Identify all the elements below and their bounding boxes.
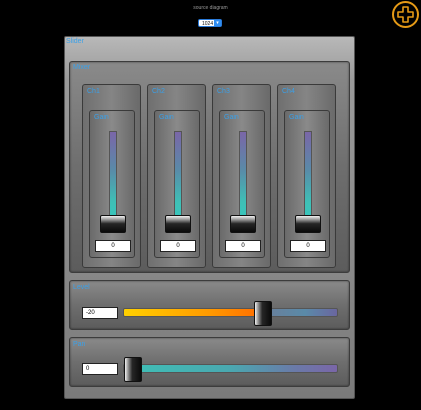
channel-value-field[interactable]: 0 bbox=[290, 240, 326, 252]
channel-inner-label: Gain bbox=[224, 114, 239, 121]
vertical-slider-handle[interactable] bbox=[230, 215, 256, 233]
channel-inner-label: Gain bbox=[289, 114, 304, 121]
level-label: Level bbox=[73, 284, 90, 291]
main-panel-label: Slider bbox=[66, 38, 84, 45]
channel-label: Ch3 bbox=[217, 88, 230, 95]
vertical-slider-track[interactable] bbox=[304, 131, 312, 227]
channel-value-field[interactable]: 0 bbox=[95, 240, 131, 252]
vertical-slider-track[interactable] bbox=[239, 131, 247, 227]
level-value-field[interactable]: -20 bbox=[82, 307, 118, 319]
page-title: source diagram bbox=[193, 5, 228, 11]
size-select-value: 1024 bbox=[202, 21, 214, 27]
pan-value-field[interactable]: 0 bbox=[82, 363, 118, 375]
channel-strip: Ch4 Gain 0 bbox=[277, 84, 336, 268]
add-button[interactable] bbox=[392, 1, 419, 28]
vertical-slider-handle[interactable] bbox=[165, 215, 191, 233]
channel-strip: Ch1 Gain 0 bbox=[82, 84, 141, 268]
vertical-slider-track[interactable] bbox=[109, 131, 117, 227]
level-slider-track[interactable] bbox=[123, 308, 338, 317]
chevron-down-icon: ▾ bbox=[214, 20, 221, 26]
channel-label: Ch4 bbox=[282, 88, 295, 95]
channel-strip: Ch2 Gain 0 bbox=[147, 84, 206, 268]
pan-label: Pan bbox=[73, 341, 86, 348]
plus-circle-icon bbox=[397, 6, 414, 23]
channel-inner-label: Gain bbox=[159, 114, 174, 121]
channel-value-field[interactable]: 0 bbox=[160, 240, 196, 252]
channel-label: Ch2 bbox=[152, 88, 165, 95]
mixer-panel-label: Mixer bbox=[73, 64, 91, 71]
vertical-slider-handle[interactable] bbox=[100, 215, 126, 233]
channel-strip: Ch3 Gain 0 bbox=[212, 84, 271, 268]
pan-slider-track[interactable] bbox=[123, 364, 338, 373]
vertical-slider-track[interactable] bbox=[174, 131, 182, 227]
pan-panel bbox=[69, 337, 350, 387]
vertical-slider-handle[interactable] bbox=[295, 215, 321, 233]
channel-value-field[interactable]: 0 bbox=[225, 240, 261, 252]
channel-inner-label: Gain bbox=[94, 114, 109, 121]
level-slider-handle[interactable] bbox=[254, 301, 272, 326]
pan-slider-handle[interactable] bbox=[124, 357, 142, 382]
size-select[interactable]: 1024 ▾ bbox=[198, 19, 222, 27]
channel-label: Ch1 bbox=[87, 88, 100, 95]
level-panel bbox=[69, 280, 350, 330]
